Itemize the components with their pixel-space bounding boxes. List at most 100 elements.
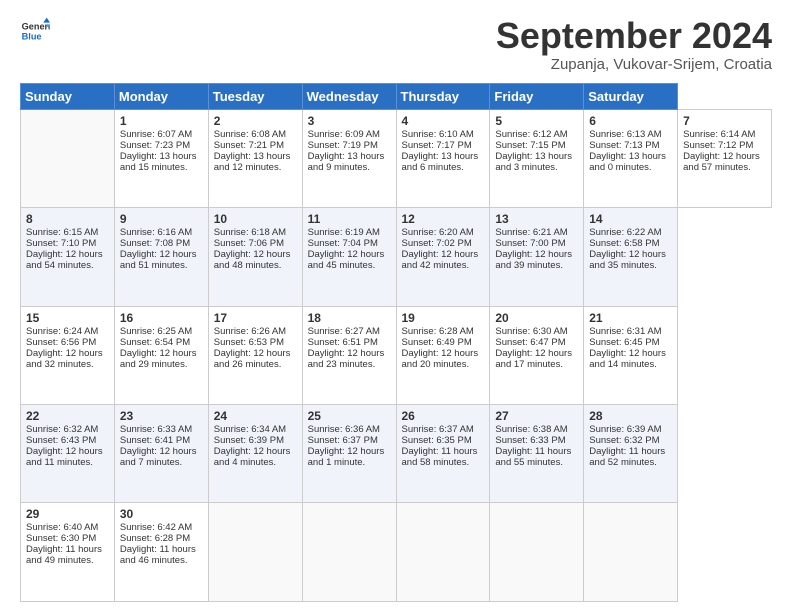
sunrise-text: Sunrise: 6:40 AM — [26, 522, 98, 533]
day-number: 8 — [26, 212, 109, 226]
daylight-text: Daylight: 11 hours and 46 minutes. — [120, 544, 196, 566]
day-number: 30 — [120, 507, 203, 521]
day-number: 25 — [308, 409, 391, 423]
sunset-text: Sunset: 7:23 PM — [120, 140, 190, 151]
sunset-text: Sunset: 7:13 PM — [589, 140, 659, 151]
calendar-cell: 24Sunrise: 6:34 AMSunset: 6:39 PMDayligh… — [208, 405, 302, 503]
calendar-table: Sunday Monday Tuesday Wednesday Thursday… — [20, 83, 772, 602]
daylight-text: Daylight: 12 hours and 32 minutes. — [26, 348, 103, 370]
calendar-cell: 17Sunrise: 6:26 AMSunset: 6:53 PMDayligh… — [208, 306, 302, 404]
calendar-cell: 8Sunrise: 6:15 AMSunset: 7:10 PMDaylight… — [21, 208, 115, 306]
day-number: 12 — [402, 212, 485, 226]
sunrise-text: Sunrise: 6:25 AM — [120, 326, 192, 337]
daylight-text: Daylight: 12 hours and 4 minutes. — [214, 446, 291, 468]
calendar-cell: 30Sunrise: 6:42 AMSunset: 6:28 PMDayligh… — [114, 503, 208, 602]
calendar-cell: 18Sunrise: 6:27 AMSunset: 6:51 PMDayligh… — [302, 306, 396, 404]
calendar-cell: 23Sunrise: 6:33 AMSunset: 6:41 PMDayligh… — [114, 405, 208, 503]
daylight-text: Daylight: 12 hours and 7 minutes. — [120, 446, 197, 468]
sunset-text: Sunset: 6:32 PM — [589, 435, 659, 446]
sunset-text: Sunset: 6:53 PM — [214, 337, 284, 348]
calendar-cell: 12Sunrise: 6:20 AMSunset: 7:02 PMDayligh… — [396, 208, 490, 306]
calendar-week-1: 1Sunrise: 6:07 AMSunset: 7:23 PMDaylight… — [21, 109, 772, 207]
col-thursday: Thursday — [396, 83, 490, 109]
col-wednesday: Wednesday — [302, 83, 396, 109]
calendar-cell: 3Sunrise: 6:09 AMSunset: 7:19 PMDaylight… — [302, 109, 396, 207]
day-number: 22 — [26, 409, 109, 423]
calendar-cell: 28Sunrise: 6:39 AMSunset: 6:32 PMDayligh… — [584, 405, 678, 503]
sunrise-text: Sunrise: 6:09 AM — [308, 129, 380, 140]
calendar-cell: 27Sunrise: 6:38 AMSunset: 6:33 PMDayligh… — [490, 405, 584, 503]
day-number: 18 — [308, 311, 391, 325]
calendar-cell — [490, 503, 584, 602]
col-saturday: Saturday — [584, 83, 678, 109]
sunrise-text: Sunrise: 6:38 AM — [495, 424, 567, 435]
daylight-text: Daylight: 12 hours and 11 minutes. — [26, 446, 103, 468]
sunset-text: Sunset: 7:02 PM — [402, 238, 472, 249]
sunset-text: Sunset: 6:43 PM — [26, 435, 96, 446]
daylight-text: Daylight: 12 hours and 48 minutes. — [214, 249, 291, 271]
sunset-text: Sunset: 6:51 PM — [308, 337, 378, 348]
month-title: September 2024 — [496, 16, 772, 56]
calendar-week-3: 15Sunrise: 6:24 AMSunset: 6:56 PMDayligh… — [21, 306, 772, 404]
day-number: 24 — [214, 409, 297, 423]
sunrise-text: Sunrise: 6:30 AM — [495, 326, 567, 337]
sunset-text: Sunset: 6:33 PM — [495, 435, 565, 446]
sunset-text: Sunset: 6:49 PM — [402, 337, 472, 348]
sunrise-text: Sunrise: 6:37 AM — [402, 424, 474, 435]
sunrise-text: Sunrise: 6:27 AM — [308, 326, 380, 337]
sunrise-text: Sunrise: 6:20 AM — [402, 227, 474, 238]
sunrise-text: Sunrise: 6:21 AM — [495, 227, 567, 238]
calendar-cell: 4Sunrise: 6:10 AMSunset: 7:17 PMDaylight… — [396, 109, 490, 207]
day-number: 21 — [589, 311, 672, 325]
sunset-text: Sunset: 7:21 PM — [214, 140, 284, 151]
day-number: 16 — [120, 311, 203, 325]
day-number: 9 — [120, 212, 203, 226]
daylight-text: Daylight: 11 hours and 58 minutes. — [402, 446, 478, 468]
sunset-text: Sunset: 7:10 PM — [26, 238, 96, 249]
daylight-text: Daylight: 13 hours and 0 minutes. — [589, 151, 666, 173]
calendar-cell: 1Sunrise: 6:07 AMSunset: 7:23 PMDaylight… — [114, 109, 208, 207]
sunset-text: Sunset: 7:19 PM — [308, 140, 378, 151]
sunrise-text: Sunrise: 6:18 AM — [214, 227, 286, 238]
sunrise-text: Sunrise: 6:33 AM — [120, 424, 192, 435]
calendar-cell: 7Sunrise: 6:14 AMSunset: 7:12 PMDaylight… — [678, 109, 772, 207]
calendar-cell: 19Sunrise: 6:28 AMSunset: 6:49 PMDayligh… — [396, 306, 490, 404]
sunset-text: Sunset: 6:39 PM — [214, 435, 284, 446]
sunrise-text: Sunrise: 6:15 AM — [26, 227, 98, 238]
day-number: 28 — [589, 409, 672, 423]
sunrise-text: Sunrise: 6:14 AM — [683, 129, 755, 140]
calendar-body: 1Sunrise: 6:07 AMSunset: 7:23 PMDaylight… — [21, 109, 772, 601]
sunset-text: Sunset: 7:06 PM — [214, 238, 284, 249]
calendar-cell — [396, 503, 490, 602]
day-number: 27 — [495, 409, 578, 423]
daylight-text: Daylight: 12 hours and 45 minutes. — [308, 249, 385, 271]
day-number: 23 — [120, 409, 203, 423]
calendar-cell: 22Sunrise: 6:32 AMSunset: 6:43 PMDayligh… — [21, 405, 115, 503]
sunrise-text: Sunrise: 6:08 AM — [214, 129, 286, 140]
sunset-text: Sunset: 7:00 PM — [495, 238, 565, 249]
calendar-cell: 25Sunrise: 6:36 AMSunset: 6:37 PMDayligh… — [302, 405, 396, 503]
calendar-cell — [21, 109, 115, 207]
sunset-text: Sunset: 7:08 PM — [120, 238, 190, 249]
day-number: 15 — [26, 311, 109, 325]
sunset-text: Sunset: 6:47 PM — [495, 337, 565, 348]
daylight-text: Daylight: 12 hours and 20 minutes. — [402, 348, 479, 370]
calendar-cell: 20Sunrise: 6:30 AMSunset: 6:47 PMDayligh… — [490, 306, 584, 404]
header-row: Sunday Monday Tuesday Wednesday Thursday… — [21, 83, 772, 109]
sunset-text: Sunset: 7:12 PM — [683, 140, 753, 151]
col-sunday: Sunday — [21, 83, 115, 109]
day-number: 2 — [214, 114, 297, 128]
daylight-text: Daylight: 12 hours and 14 minutes. — [589, 348, 666, 370]
daylight-text: Daylight: 12 hours and 29 minutes. — [120, 348, 197, 370]
sunrise-text: Sunrise: 6:39 AM — [589, 424, 661, 435]
daylight-text: Daylight: 12 hours and 26 minutes. — [214, 348, 291, 370]
sunset-text: Sunset: 6:28 PM — [120, 533, 190, 544]
calendar-cell: 6Sunrise: 6:13 AMSunset: 7:13 PMDaylight… — [584, 109, 678, 207]
sunset-text: Sunset: 6:35 PM — [402, 435, 472, 446]
day-number: 5 — [495, 114, 578, 128]
logo: General Blue — [20, 16, 50, 46]
col-tuesday: Tuesday — [208, 83, 302, 109]
daylight-text: Daylight: 12 hours and 42 minutes. — [402, 249, 479, 271]
sunset-text: Sunset: 6:45 PM — [589, 337, 659, 348]
calendar-cell: 26Sunrise: 6:37 AMSunset: 6:35 PMDayligh… — [396, 405, 490, 503]
